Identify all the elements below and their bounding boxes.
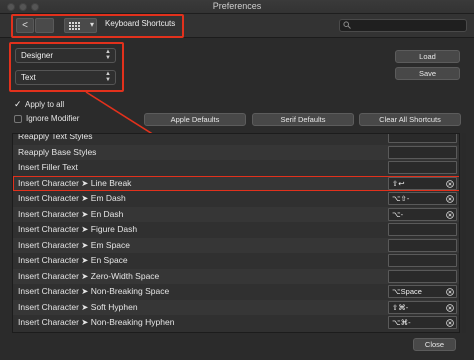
shortcut-field[interactable] [388,161,457,174]
row-label: Insert Character ➤ Zero-Width Space [18,270,160,281]
row-label: Insert Character ➤ Line Break [18,177,132,188]
clear-shortcut-icon[interactable] [446,195,454,203]
save-button[interactable]: Save [395,67,460,80]
table-row[interactable]: Insert Character ➤ Non-Breaking Space ⌥Sp… [13,284,459,300]
clear-shortcut-icon[interactable] [446,303,454,312]
row-label: Insert Character ➤ Figure Dash [18,224,138,234]
row-label: Insert Character ➤ Non-Breaking Space [18,286,170,296]
shortcut-field[interactable]: ⌥Space [388,285,457,298]
clear-shortcut-icon[interactable] [446,319,454,327]
apple-defaults-button[interactable]: Apple Defaults [144,113,246,126]
shortcut-field[interactable]: ⌥- [388,207,457,221]
table-row[interactable]: Insert Character ➤ Zero-Width Space [13,268,459,284]
shortcut-value: ⌥⌘- [392,318,411,327]
clear-shortcut-icon[interactable] [446,179,454,188]
row-label: Insert Filler Text [18,162,78,172]
clear-shortcut-icon[interactable] [446,210,454,219]
row-label: Insert Character ➤ Non-Breaking Hyphen [18,317,175,327]
table-row[interactable]: Insert Character ➤ Em Dash ⌥⇧- [13,191,459,207]
table-row[interactable]: Insert Character ➤ Em Space [13,237,459,253]
row-label: Insert Character ➤ Em Space [18,239,130,250]
shortcut-value: ⇧↩ [392,178,405,188]
shortcut-field[interactable] [388,254,457,267]
clear-all-shortcuts-button[interactable]: Clear All Shortcuts [359,113,461,126]
shortcut-value: ⌥⇧- [392,194,410,203]
shortcut-value: ⇧⌘- [392,302,409,312]
table-row[interactable]: Reapply Base Styles [13,144,459,160]
table-row[interactable]: Reapply Text Styles [13,133,459,145]
clear-shortcut-icon[interactable] [446,288,454,296]
shortcut-field[interactable] [388,145,457,159]
shortcut-field[interactable]: ⌥⇧- [388,192,457,205]
row-label: Reapply Base Styles [18,146,97,157]
table-row[interactable]: Insert Character ➤ Line Break ⇧↩ [13,175,459,191]
row-label: Insert Character ➤ En Space [18,255,128,265]
load-button[interactable]: Load [395,50,460,63]
row-label: Reapply Text Styles [18,133,93,141]
table-row[interactable]: Insert Character ➤ En Space [13,253,459,269]
table-row[interactable]: Insert Filler Text [13,160,459,176]
shortcuts-table: Reapply Text Styles Reapply Base Styles In… [12,133,460,333]
row-label: Insert Character ➤ Em Dash [18,193,126,203]
scrollbar[interactable] [462,133,466,333]
row-label: Insert Character ➤ En Dash [18,208,124,219]
shortcut-field[interactable] [388,269,457,283]
shortcut-field[interactable] [388,223,457,236]
shortcut-field[interactable]: ⇧⌘- [388,300,457,314]
table-row[interactable]: Insert Character ➤ Non-Breaking Hyphen ⌥⌘… [13,315,459,331]
ignore-modifier-label: Ignore Modifier [26,114,80,123]
apply-to-all-label: Apply to all [25,100,65,109]
table-row[interactable]: Insert Character ➤ Figure Dash [13,222,459,238]
shortcut-field[interactable] [388,134,457,143]
close-button[interactable]: Close [413,338,456,351]
shortcut-field[interactable]: ⌥⌘- [388,316,457,329]
shortcut-field[interactable] [388,238,457,252]
checkbox-box [14,114,22,123]
shortcut-field[interactable]: ⇧↩ [388,176,457,190]
row-label: Insert Character ➤ Soft Hyphen [18,301,138,312]
serif-defaults-button[interactable]: Serif Defaults [252,113,354,126]
apply-to-all-checkbox[interactable]: ✓ Apply to all [14,99,64,110]
ignore-modifier-checkbox[interactable]: Ignore Modifier [14,114,79,123]
shortcut-value: ⌥Space [392,287,422,296]
table-row[interactable]: Insert Character ➤ En Dash ⌥- [13,206,459,222]
shortcut-value: ⌥- [392,209,404,219]
checkmark-icon: ✓ [14,99,22,109]
table-row[interactable]: Insert Character ➤ Soft Hyphen ⇧⌘- [13,299,459,315]
